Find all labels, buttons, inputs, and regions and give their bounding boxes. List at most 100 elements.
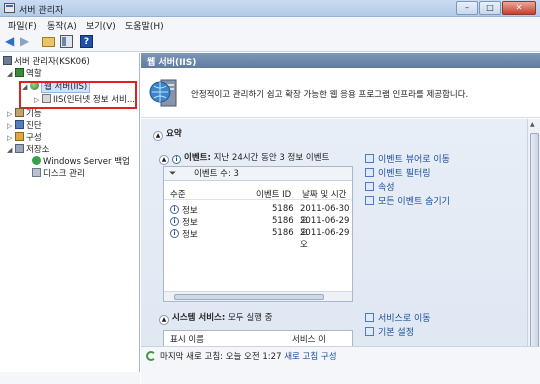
tree-item-disk[interactable]: 디스크 관리 (32, 168, 85, 180)
expand-arrow-icon[interactable]: ▷ (7, 108, 15, 120)
menu-help[interactable]: 도움말(H) (125, 19, 164, 32)
scroll-up-icon[interactable]: ▲ (530, 121, 535, 128)
services-subtitle: 모두 실행 중 (227, 313, 273, 323)
server-icon (3, 56, 12, 65)
highlight-box (19, 81, 137, 109)
configure-refresh-link[interactable]: 새로 고침 구성 (284, 352, 336, 362)
scrollbar-thumb[interactable] (174, 294, 324, 300)
events-subtitle: 지난 24시간 동안 3 정보 이벤트 (213, 153, 330, 163)
tree-item-configuration[interactable]: ▷ 구성 (7, 132, 42, 144)
tree-item-storage[interactable]: ◢ 저장소 (7, 144, 49, 156)
features-icon (15, 108, 24, 117)
filter-funnel-icon[interactable]: ⏷ (169, 167, 176, 181)
menu-view[interactable]: 보기(V) (86, 19, 116, 32)
tree-item-features-label: 기능 (26, 109, 42, 119)
events-title: 이벤트: (184, 153, 211, 163)
collapse-arrow-icon[interactable]: ◢ (7, 68, 15, 80)
action-hide-all-events[interactable]: 모든 이벤트 숨기기 (365, 194, 450, 207)
close-button[interactable]: ✕ (502, 1, 536, 15)
horizontal-scrollbar[interactable] (164, 291, 352, 301)
column-service-name[interactable]: 서비스 이 (292, 333, 326, 345)
collapse-arrow-icon[interactable]: ◢ (7, 144, 15, 156)
minimize-button[interactable]: – (456, 1, 478, 15)
event-level: 정보 (182, 206, 198, 216)
event-level: 정보 (182, 230, 198, 240)
toolbar: ◀ ▶ ? (0, 32, 540, 52)
help-icon[interactable]: ? (80, 35, 93, 48)
event-id: 5186 (272, 216, 294, 226)
last-refresh-text: 마지막 새로 고침: 오늘 오전 1:27 (160, 352, 282, 362)
show-hide-tree-icon[interactable] (60, 35, 73, 48)
vertical-scrollbar[interactable]: ▲ ▼ (527, 119, 540, 365)
menu-action[interactable]: 동작(A) (47, 19, 77, 32)
summary-section-header[interactable]: ▲ 요약 (153, 127, 182, 141)
column-level[interactable]: 수준 (170, 188, 186, 200)
action-label: 기본 설정 (378, 328, 414, 338)
tree-item-roles-label: 역할 (26, 69, 42, 79)
summary-title: 요약 (166, 129, 182, 139)
action-filter-events[interactable]: 이벤트 필터링 (365, 166, 431, 179)
info-icon: i (170, 205, 179, 214)
folder-up-icon[interactable] (42, 37, 55, 47)
table-row[interactable]: i 정보 5186 2011-06-29 오 (164, 228, 352, 250)
role-banner: 안정적이고 관리하기 쉽고 확장 가능한 웹 응용 프로그램 인프라를 제공합니… (141, 68, 540, 118)
info-icon: i (170, 217, 179, 226)
navigation-tree: 서버 관리자(KSK06) ◢ 역할 ◢ 웹 서버(IIS) ▷ IIS(인터넷 정보… (0, 53, 140, 384)
action-properties[interactable]: 속성 (365, 180, 395, 193)
tree-item-configuration-label: 구성 (26, 133, 42, 143)
tree-item-diagnostics[interactable]: ▷ 진단 (7, 120, 42, 132)
filter-icon (365, 168, 374, 177)
tree-root[interactable]: 서버 관리자(KSK06) (3, 56, 90, 68)
tree-status-area (0, 372, 140, 384)
events-filter-bar: ⏷ 이벤트 수: 3 (164, 167, 352, 181)
event-date: 2011-06-29 오 (300, 228, 350, 250)
tree-item-backup[interactable]: Windows Server 백업 (32, 156, 130, 168)
expand-arrow-icon[interactable]: ▷ (7, 120, 15, 132)
expand-arrow-icon[interactable]: ▷ (7, 132, 15, 144)
collapse-icon[interactable]: ▲ (159, 155, 169, 165)
pane-header: 웹 서버(IIS) (141, 53, 540, 68)
maximize-button[interactable]: □ (479, 1, 501, 15)
diagnostics-icon (15, 120, 24, 129)
event-id: 5186 (272, 204, 294, 214)
table-row[interactable]: i 정보 5186 2011-06-29 오 (164, 216, 352, 238)
tree-item-roles[interactable]: ◢ 역할 (7, 68, 42, 80)
tree-item-features[interactable]: ▷ 기능 (7, 108, 42, 120)
action-label: 모든 이벤트 숨기기 (378, 197, 450, 207)
roles-icon (15, 68, 24, 77)
services-section-header[interactable]: ▲ 시스템 서비스: 모두 실행 중 (159, 311, 273, 325)
services-icon (365, 313, 374, 322)
forward-arrow-icon[interactable]: ▶ (20, 35, 33, 48)
action-go-to-event-viewer[interactable]: 이벤트 뷰어로 이동 (365, 152, 450, 165)
tree-root-label: 서버 관리자(KSK06) (14, 57, 90, 67)
event-id: 5186 (272, 228, 294, 238)
backup-icon (32, 156, 41, 165)
preferences-icon (365, 327, 374, 336)
configuration-icon (15, 132, 24, 141)
table-row[interactable]: i 정보 5186 2011-06-30 오 (164, 204, 352, 226)
column-date-time[interactable]: 날짜 및 시간 (302, 188, 347, 200)
action-label: 서비스로 이동 (378, 314, 431, 324)
events-section-header[interactable]: ▲ i 이벤트: 지난 24시간 동안 3 정보 이벤트 (159, 151, 329, 165)
info-icon: i (172, 155, 181, 164)
services-list: 표시 이름 서비스 이 (163, 330, 353, 346)
events-table-header: 수준 이벤트 ID 날짜 및 시간 (164, 187, 352, 200)
scrollbar-thumb[interactable] (530, 133, 539, 349)
hide-icon (365, 196, 374, 205)
action-label: 이벤트 뷰어로 이동 (378, 155, 450, 165)
storage-icon (15, 144, 24, 153)
action-preferences[interactable]: 기본 설정 (365, 325, 414, 338)
collapse-icon[interactable]: ▲ (153, 131, 163, 141)
tree-item-disk-label: 디스크 관리 (43, 169, 85, 179)
action-go-to-services[interactable]: 서비스로 이동 (365, 311, 431, 324)
column-event-id[interactable]: 이벤트 ID (256, 188, 291, 200)
back-arrow-icon[interactable]: ◀ (5, 35, 18, 48)
column-display-name[interactable]: 표시 이름 (170, 333, 204, 345)
collapse-icon[interactable]: ▲ (159, 315, 169, 325)
window-title: 서버 관리자 (19, 6, 64, 16)
refresh-icon[interactable] (146, 351, 156, 361)
title-bar: 서버 관리자 – □ ✕ (0, 0, 540, 17)
tree-item-storage-label: 저장소 (26, 145, 50, 155)
menu-file[interactable]: 파일(F) (8, 19, 37, 32)
server-manager-icon (4, 3, 15, 13)
